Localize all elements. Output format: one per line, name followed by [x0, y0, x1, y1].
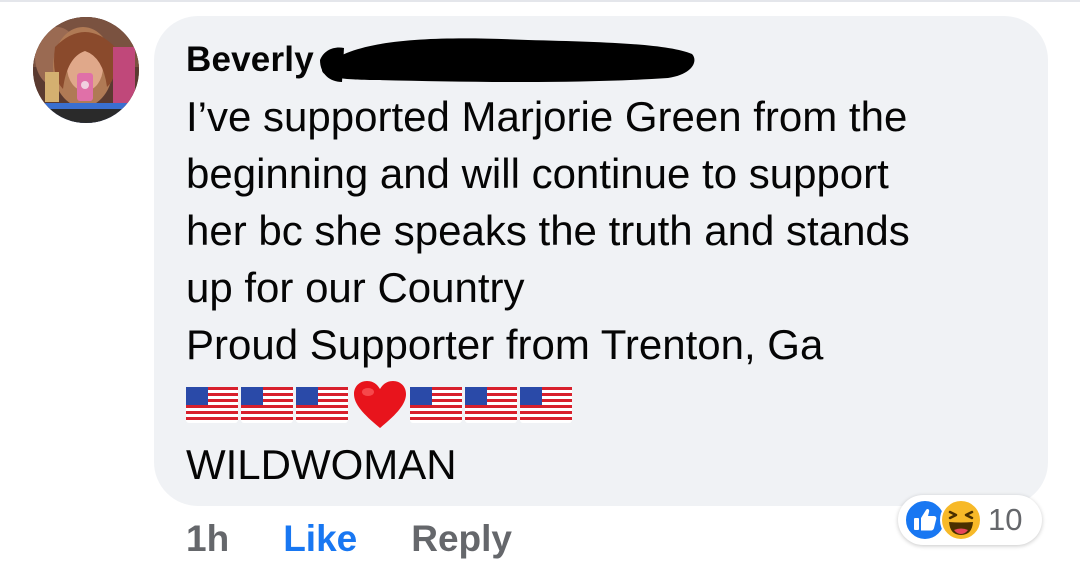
- author-row: Beverly: [186, 36, 314, 84]
- us-flag-icon: [241, 387, 293, 423]
- comment-line: I’ve supported Marjorie Green from the: [186, 93, 908, 140]
- us-flag-icon: [186, 387, 238, 423]
- comment-line: her bc she speaks the truth and stands: [186, 207, 910, 254]
- avatar[interactable]: [33, 17, 139, 123]
- comment-line: up for our Country: [186, 264, 525, 311]
- comment-body: I’ve supported Marjorie Green from the b…: [186, 88, 1026, 373]
- timestamp[interactable]: 1h: [186, 518, 229, 560]
- emoji-row: [186, 381, 575, 428]
- reactions-summary[interactable]: 10: [898, 495, 1042, 545]
- comment-line: Proud Supporter from Trenton, Ga: [186, 321, 824, 368]
- comment-line: beginning and will continue to support: [186, 150, 889, 197]
- like-button[interactable]: Like: [283, 518, 357, 560]
- signoff-text: WILDWOMAN: [186, 441, 457, 488]
- laughing-face-icon: [940, 499, 982, 541]
- us-flag-icon: [520, 387, 572, 423]
- reply-button[interactable]: Reply: [411, 518, 512, 560]
- red-heart-icon: [354, 381, 406, 428]
- divider: [0, 0, 1080, 2]
- comment-screen: Beverly I’ve supported Marjorie Green fr…: [0, 0, 1080, 576]
- us-flag-icon: [465, 387, 517, 423]
- profile-photo: [33, 17, 139, 123]
- us-flag-icon: [410, 387, 462, 423]
- reaction-count: 10: [988, 502, 1023, 537]
- comment-actions: 1h Like Reply: [186, 514, 512, 564]
- us-flag-icon: [296, 387, 348, 423]
- author-name[interactable]: Beverly: [186, 40, 314, 80]
- redaction-marker-icon: [320, 38, 695, 82]
